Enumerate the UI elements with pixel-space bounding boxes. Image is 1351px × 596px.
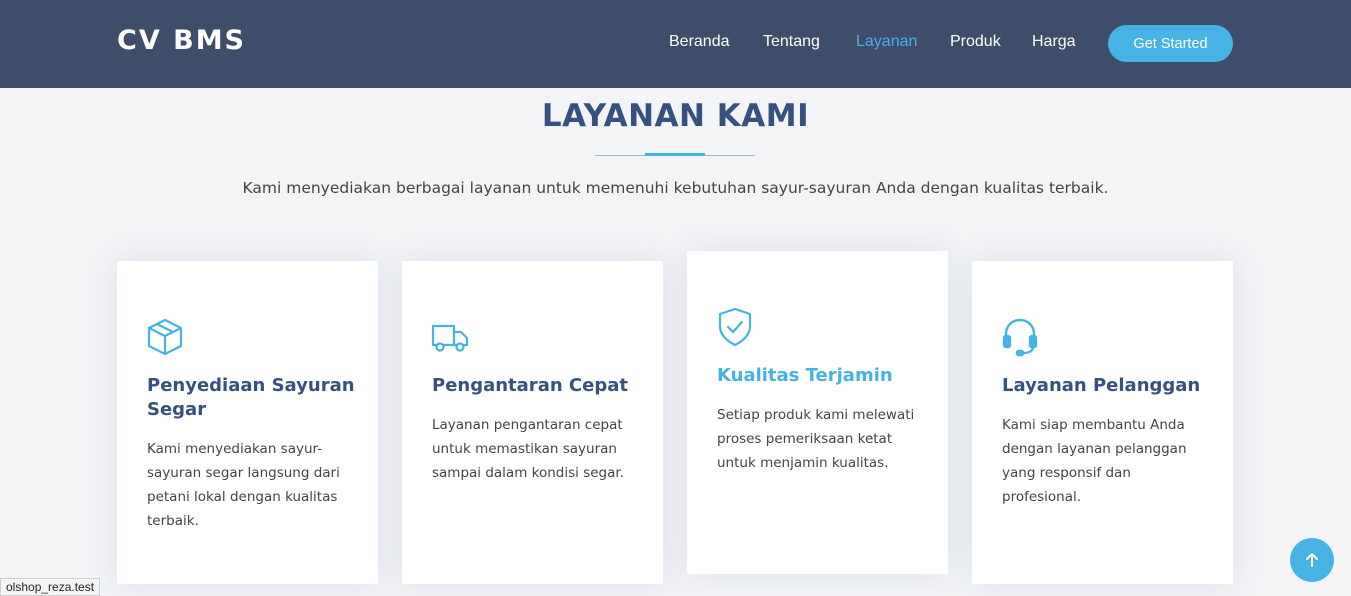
- card-title: Pengantaran Cepat: [432, 375, 628, 396]
- site-header: CV BMS Beranda Tentang Layanan Produk Ha…: [0, 0, 1351, 88]
- card-title: Penyediaan Sayuran Segar: [147, 375, 355, 420]
- service-card-kualitas[interactable]: Kualitas Terjamin Setiap produk kami mel…: [687, 251, 948, 574]
- section-title: LAYANAN KAMI: [541, 98, 810, 134]
- back-to-top-button[interactable]: [1290, 538, 1334, 582]
- service-card-pengantaran[interactable]: Pengantaran Cepat Layanan pengantaran ce…: [402, 261, 663, 584]
- service-card-penyediaan[interactable]: Penyediaan Sayuran Segar Kami menyediaka…: [117, 261, 378, 584]
- headset-icon: [1000, 317, 1040, 357]
- nav-link-beranda[interactable]: Beranda: [669, 33, 730, 51]
- nav-link-harga[interactable]: Harga: [1032, 33, 1076, 51]
- box-icon: [145, 317, 185, 357]
- card-title: Kualitas Terjamin: [717, 365, 893, 386]
- nav-link-produk[interactable]: Produk: [950, 33, 1001, 51]
- service-card-pelanggan[interactable]: Layanan Pelanggan Kami siap membantu And…: [972, 261, 1233, 584]
- section-subtitle: Kami menyediakan berbagai layanan untuk …: [242, 179, 1109, 197]
- card-title: Layanan Pelanggan: [1002, 375, 1201, 396]
- card-description: Setiap produk kami melewati proses pemer…: [717, 407, 915, 471]
- browser-status-url: olshop_reza.test: [0, 578, 101, 596]
- truck-icon: [430, 317, 470, 357]
- arrow-up-icon: [1306, 553, 1318, 567]
- nav-link-layanan[interactable]: Layanan: [856, 33, 917, 51]
- nav-link-tentang[interactable]: Tentang: [763, 33, 820, 51]
- card-description: Kami menyediakan sayur-sayuran segar lan…: [147, 441, 340, 529]
- title-divider-accent: [645, 153, 705, 156]
- get-started-button[interactable]: Get Started: [1108, 25, 1233, 62]
- site-logo[interactable]: CV BMS: [117, 25, 246, 56]
- card-description: Kami siap membantu Anda dengan layanan p…: [1002, 417, 1187, 505]
- shield-check-icon: [715, 307, 755, 347]
- card-description: Layanan pengantaran cepat untuk memastik…: [432, 417, 624, 481]
